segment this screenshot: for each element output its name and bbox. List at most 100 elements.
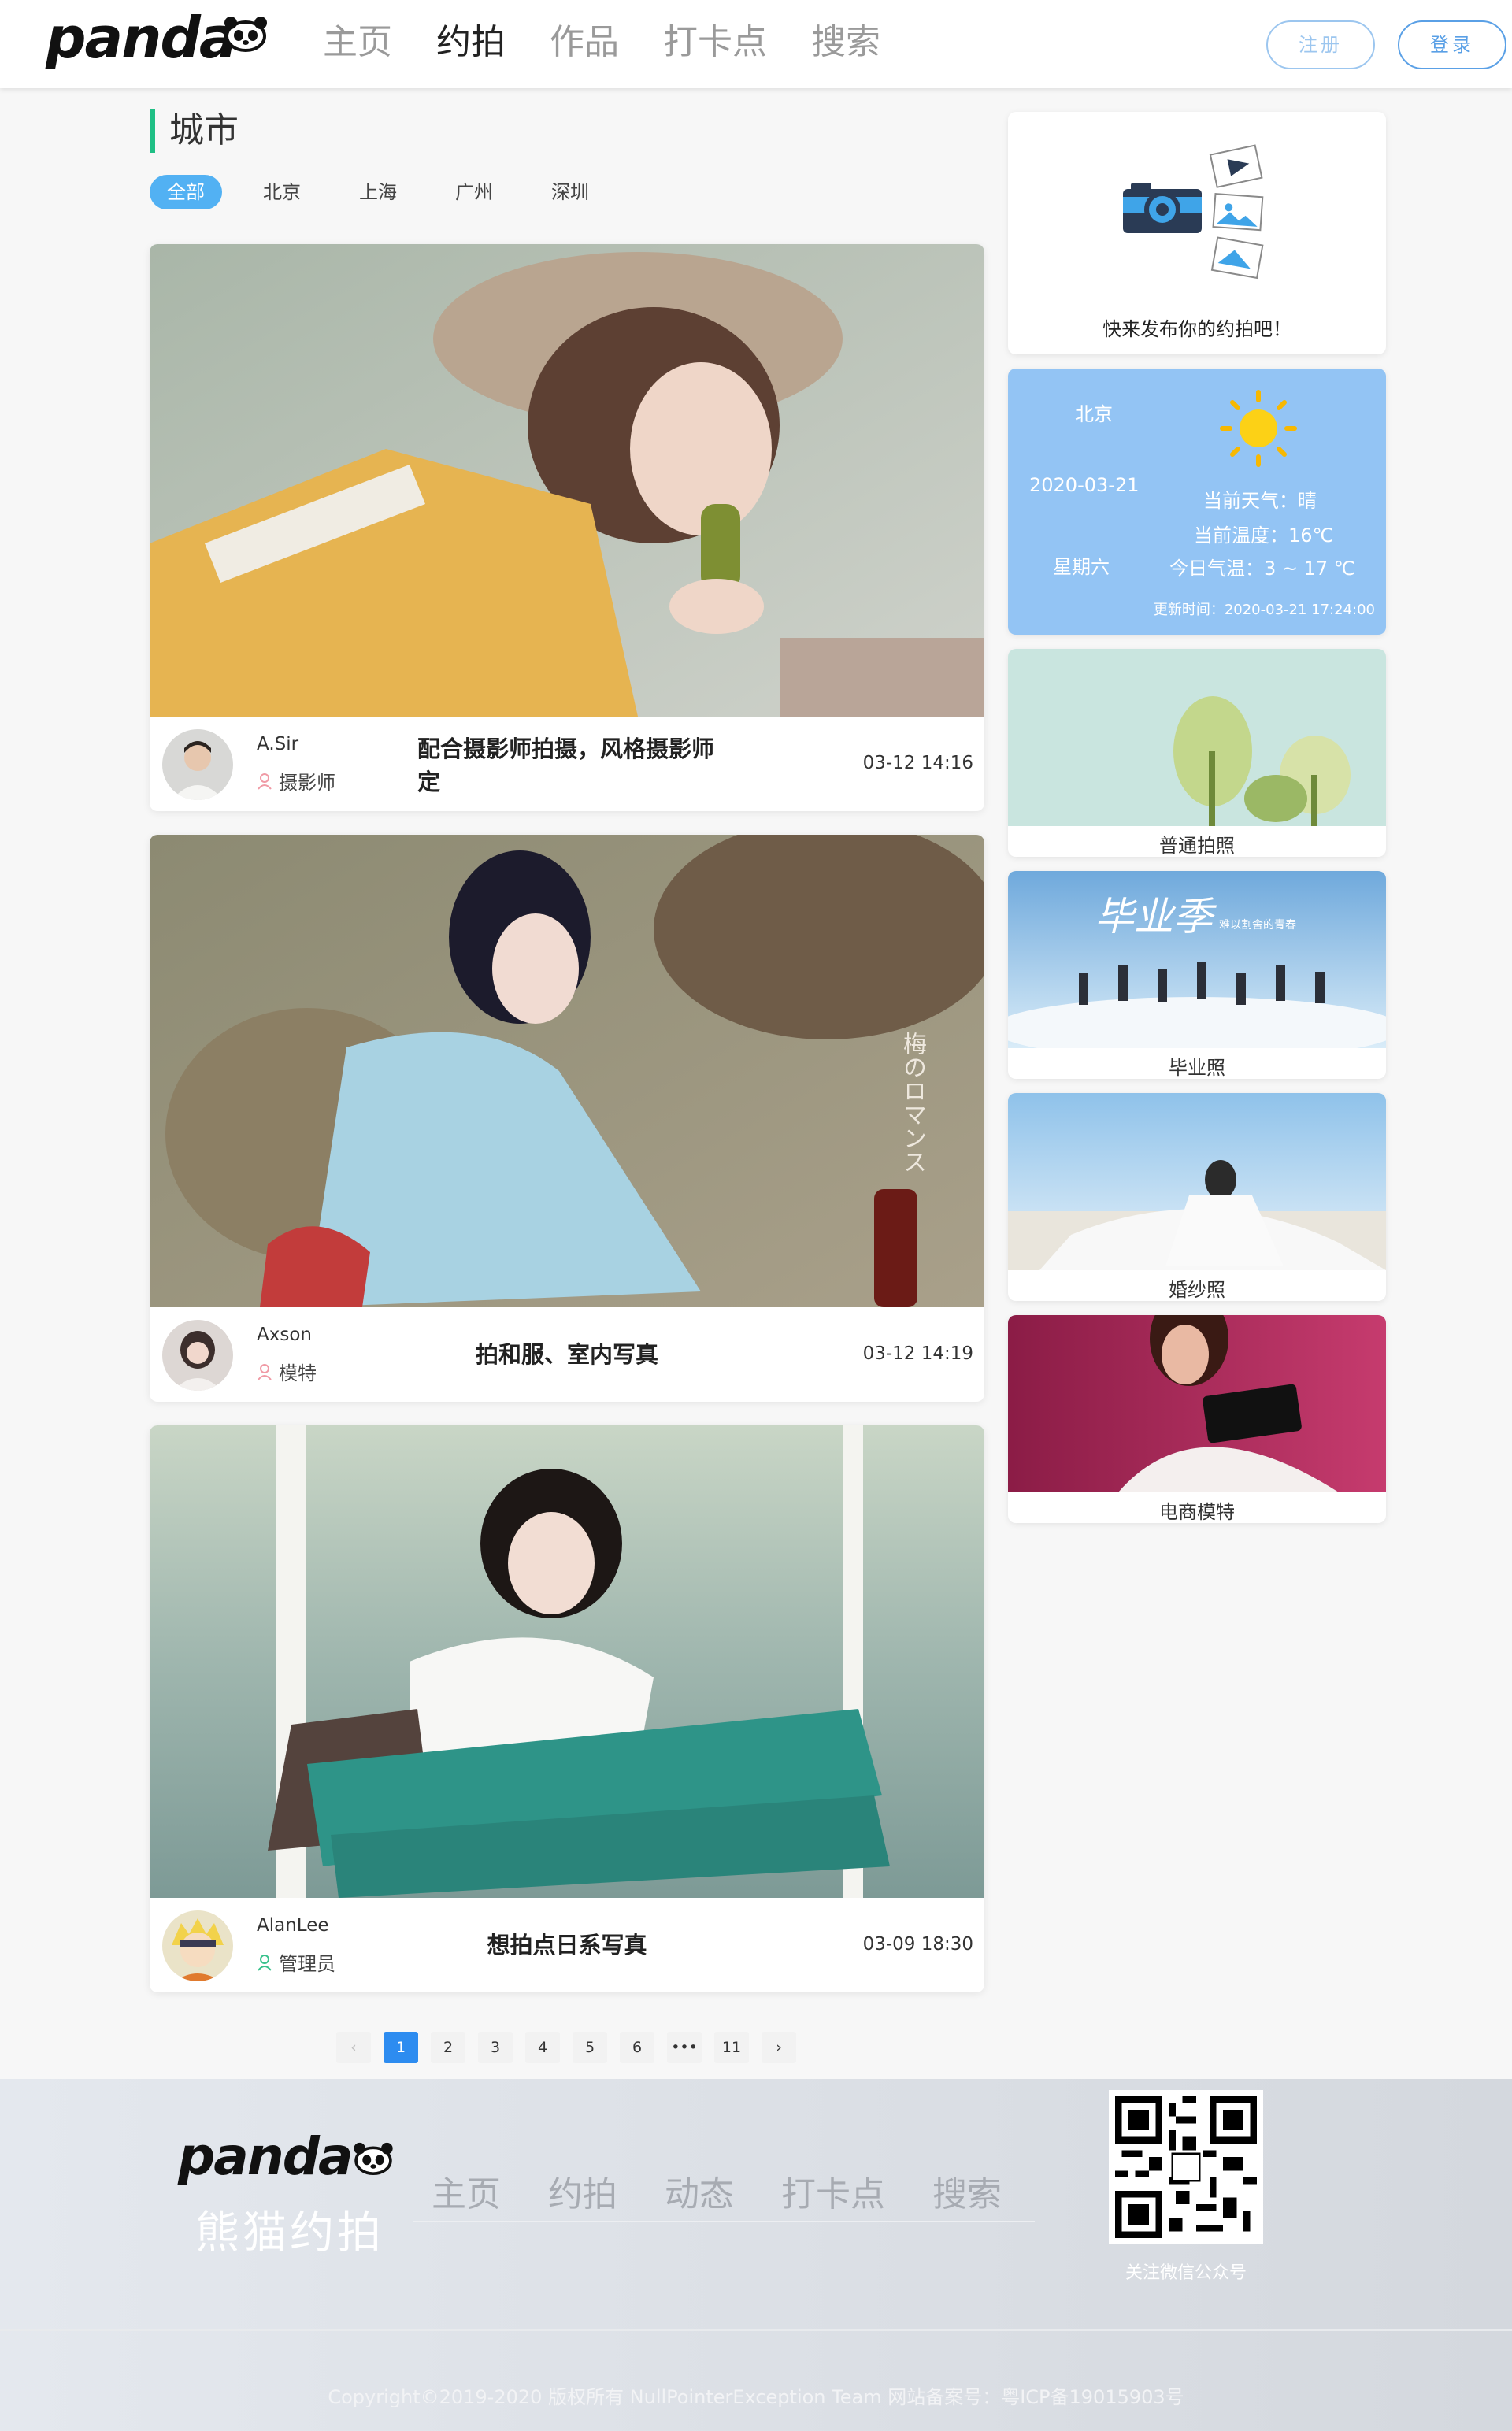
footer-divider [0, 2329, 1512, 2331]
post-photo[interactable] [150, 1425, 984, 1898]
user-icon [258, 1954, 272, 1971]
filter-guangzhou[interactable]: 广州 [438, 175, 510, 209]
category-photo[interactable] [1008, 649, 1386, 826]
footer-site-name: 熊猫约拍 [195, 2207, 384, 2259]
nav-yuepai[interactable]: 约拍 [436, 17, 506, 68]
post-photo[interactable] [150, 244, 984, 717]
post-date: 03-09 18:30 [862, 1934, 973, 1955]
nav-works[interactable]: 作品 [550, 17, 619, 68]
panda-logo[interactable]: panda [46, 5, 274, 76]
pagination: ‹ 1 2 3 4 5 6 ••• 11 › [336, 2032, 809, 2063]
sun-icon [1220, 390, 1297, 467]
filter-shanghai[interactable]: 上海 [342, 175, 414, 209]
weather-weekday: 星期六 [1053, 556, 1110, 578]
weather-temperature: 当前温度：16℃ [1194, 524, 1334, 547]
category-label: 电商模特 [1159, 1501, 1235, 1523]
page-ellipsis-button[interactable]: ••• [667, 2032, 702, 2063]
post-card[interactable]: 梅のロマンス Axson 模特 拍和服、室内写真 03-12 14:19 [150, 835, 984, 1402]
category-card[interactable]: 婚纱照 [1008, 1093, 1386, 1301]
weather-condition: 当前天气：晴 [1203, 490, 1317, 512]
page-button[interactable]: 4 [525, 2032, 560, 2063]
nav-home[interactable]: 主页 [323, 17, 392, 68]
filter-beijing[interactable]: 北京 [246, 175, 318, 209]
avatar[interactable] [162, 729, 233, 800]
weather-updated: 更新时间：2020-03-21 17:24:00 [1153, 602, 1375, 618]
top-header: panda 主页 约拍 作品 打卡点 搜索 注册 登录 [0, 0, 1512, 88]
camera-icon [1123, 183, 1202, 233]
photos-icon [1209, 144, 1264, 280]
category-card[interactable]: 普通拍照 [1008, 649, 1386, 857]
image-overlay-text: 梅のロマンス [899, 1032, 926, 1173]
graduation-banner-subtitle: 难以割舍的青春 [1219, 919, 1296, 932]
footer-nav: 主页 约拍 动态 打卡点 搜索 [413, 2166, 1035, 2222]
post-card[interactable]: AlanLee 管理员 想拍点日系写真 03-09 18:30 [150, 1425, 984, 1992]
site-footer: panda 熊猫约拍 主页 约拍 动态 打卡点 搜索 关注微信公众号 Copyr… [0, 2079, 1512, 2431]
publish-prompt: 快来发布你的约拍吧！ [1102, 318, 1292, 340]
user-role: 管理员 [257, 1948, 335, 1976]
logo-text: panda [46, 5, 238, 71]
user-role: 摄影师 [257, 767, 335, 795]
user-icon [258, 1363, 272, 1380]
city-section-title: 城市 [150, 109, 239, 153]
nav-search[interactable]: 搜索 [811, 17, 880, 68]
user-icon [258, 773, 272, 790]
footer-nav-yuepai[interactable]: 约拍 [548, 2166, 617, 2221]
filter-all[interactable]: 全部 [150, 175, 222, 209]
username[interactable]: A.Sir [257, 734, 298, 754]
post-title[interactable]: 想拍点日系写真 [402, 1929, 732, 1992]
user-role: 模特 [257, 1358, 317, 1385]
copyright-text: Copyright©2019-2020 版权所有 NullPointerExce… [328, 2386, 1184, 2408]
post-footer: AlanLee 管理员 想拍点日系写真 03-09 18:30 [150, 1898, 984, 1992]
page-button[interactable]: 5 [573, 2032, 607, 2063]
footer-logo-text: panda [178, 2126, 354, 2187]
page-button[interactable]: 3 [478, 2032, 513, 2063]
page-button[interactable]: 1 [384, 2032, 418, 2063]
post-date: 03-12 14:16 [862, 753, 973, 773]
category-card[interactable]: 电商模特 [1008, 1315, 1386, 1523]
register-button[interactable]: 注册 [1266, 20, 1375, 69]
category-label: 普通拍照 [1159, 835, 1235, 857]
footer-nav-checkin[interactable]: 打卡点 [781, 2166, 885, 2221]
category-photo[interactable] [1008, 1093, 1386, 1270]
city-filter-bar: 全部 北京 上海 广州 深圳 [150, 175, 630, 209]
user-role-label: 摄影师 [279, 772, 335, 794]
post-title[interactable]: 拍和服、室内写真 [402, 1338, 732, 1401]
publish-card[interactable]: 快来发布你的约拍吧！ [1008, 112, 1386, 354]
page-button[interactable]: 6 [620, 2032, 654, 2063]
main-nav: 主页 约拍 作品 打卡点 搜索 [323, 17, 925, 68]
qr-code-caption: 关注微信公众号 [1125, 2263, 1247, 2283]
page-button[interactable]: 11 [714, 2032, 749, 2063]
footer-nav-home[interactable]: 主页 [432, 2166, 501, 2221]
filter-shenzhen[interactable]: 深圳 [534, 175, 606, 209]
avatar[interactable] [162, 1910, 233, 1981]
user-role-label: 模特 [279, 1362, 317, 1384]
nav-checkin[interactable]: 打卡点 [663, 17, 767, 68]
graduation-banner-text: 毕业季 [1095, 894, 1213, 939]
weather-city: 北京 [1075, 403, 1113, 425]
footer-nav-feed[interactable]: 动态 [665, 2166, 734, 2221]
next-page-button[interactable]: › [762, 2032, 796, 2063]
footer-nav-search[interactable]: 搜索 [932, 2166, 1002, 2221]
post-footer: Axson 模特 拍和服、室内写真 03-12 14:19 [150, 1307, 984, 1402]
post-card[interactable]: A.Sir 摄影师 配合摄影师拍摄，风格摄影师定 03-12 14:16 [150, 244, 984, 811]
avatar[interactable] [162, 1320, 233, 1391]
weather-card: 北京 2020-03-21 星期六 当前天气：晴 当前温度：16℃ 今日气温：3… [1008, 369, 1386, 635]
weather-range: 今日气温：3 ~ 17 ℃ [1169, 558, 1355, 580]
username[interactable]: AlanLee [257, 1915, 329, 1936]
footer-logo[interactable]: panda [178, 2126, 393, 2187]
post-photo[interactable] [150, 835, 984, 1307]
prev-page-button[interactable]: ‹ [336, 2032, 371, 2063]
category-label: 婚纱照 [1169, 1279, 1225, 1301]
category-label: 毕业照 [1169, 1057, 1225, 1079]
panda-face-icon [354, 2142, 393, 2175]
category-photo[interactable] [1008, 1315, 1386, 1492]
username[interactable]: Axson [257, 1325, 312, 1345]
login-button[interactable]: 登录 [1398, 20, 1506, 69]
user-role-label: 管理员 [279, 1953, 335, 1975]
post-title[interactable]: 配合摄影师拍摄，风格摄影师定 [417, 732, 717, 795]
wechat-qr-code [1109, 2090, 1263, 2244]
page-button[interactable]: 2 [431, 2032, 465, 2063]
post-footer: A.Sir 摄影师 配合摄影师拍摄，风格摄影师定 03-12 14:16 [150, 717, 984, 811]
panda-face-icon [224, 17, 267, 52]
category-card[interactable]: 毕业季 难以割舍的青春 毕业照 [1008, 871, 1386, 1079]
